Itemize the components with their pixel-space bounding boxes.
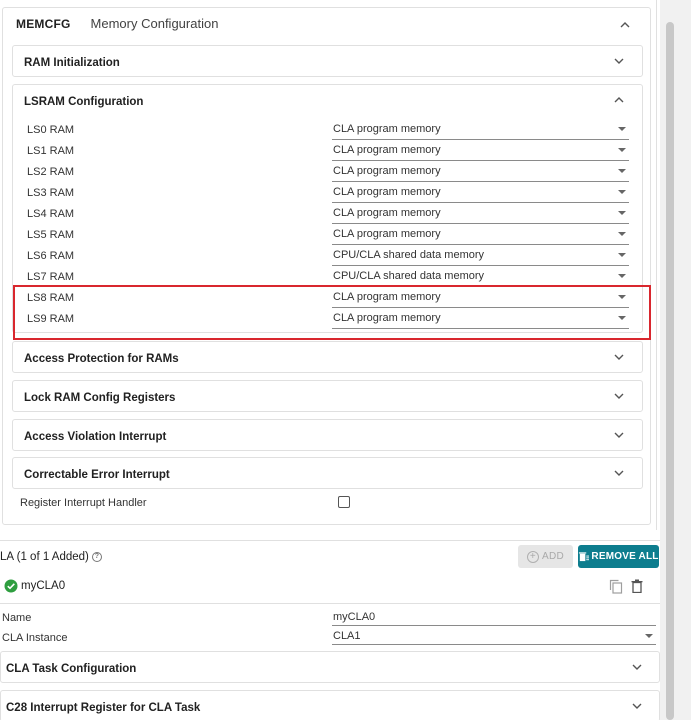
- section-access-violation[interactable]: Access Violation Interrupt: [12, 419, 643, 451]
- lsram-row-ls5: LS5 RAM CLA program memory: [26, 225, 629, 246]
- dropdown-arrow-icon: [618, 190, 626, 194]
- name-input[interactable]: myCLA0: [332, 609, 656, 626]
- lsram-row-ls2: LS2 RAM CLA program memory: [26, 162, 629, 183]
- lsram-select[interactable]: CLA program memory: [332, 162, 629, 182]
- lsram-value: CLA program memory: [333, 165, 441, 177]
- lsram-value: CPU/CLA shared data memory: [333, 270, 485, 282]
- dropdown-arrow-icon: [618, 148, 626, 152]
- chevron-down-icon[interactable]: [613, 351, 625, 363]
- chevron-down-icon[interactable]: [613, 429, 625, 441]
- chevron-down-icon[interactable]: [613, 390, 625, 402]
- name-field-label: Name: [2, 612, 32, 624]
- chevron-down-icon[interactable]: [613, 467, 625, 479]
- section-access-protection[interactable]: Access Protection for RAMs: [12, 341, 643, 373]
- section-title: Access Protection for RAMs: [24, 353, 179, 365]
- chevron-down-icon[interactable]: [631, 700, 643, 712]
- lsram-label: LS5 RAM: [27, 229, 75, 241]
- section-title: LSRAM Configuration: [24, 96, 144, 108]
- lsram-select[interactable]: CLA program memory: [332, 225, 629, 245]
- dropdown-arrow-icon: [618, 127, 626, 131]
- delete-icon[interactable]: [631, 579, 643, 593]
- copy-icon[interactable]: [609, 579, 623, 594]
- section-title: C28 Interrupt Register for CLA Task: [6, 702, 201, 714]
- add-button[interactable]: + ADD: [518, 545, 573, 568]
- cla-instance-value: CLA1: [333, 630, 361, 642]
- instance-name: myCLA0: [21, 580, 66, 592]
- section-title: Lock RAM Config Registers: [24, 392, 176, 404]
- chevron-up-icon[interactable]: [619, 19, 631, 31]
- remove-all-button[interactable]: REMOVE ALL: [578, 545, 659, 568]
- section-correctable-error[interactable]: Correctable Error Interrupt: [12, 457, 643, 489]
- lsram-select[interactable]: CLA program memory: [332, 183, 629, 203]
- dropdown-arrow-icon: [618, 169, 626, 173]
- lsram-label: LS7 RAM: [27, 271, 75, 283]
- dropdown-arrow-icon: [618, 274, 626, 278]
- lsram-value: CLA program memory: [333, 228, 441, 240]
- lsram-value: CPU/CLA shared data memory: [333, 249, 485, 261]
- plus-circle-icon: +: [526, 550, 539, 563]
- name-input-value: myCLA0: [333, 611, 376, 623]
- scrollbar-track[interactable]: [660, 0, 691, 720]
- module-title: Memory Configuration: [90, 16, 219, 31]
- divider: [0, 540, 660, 541]
- cla-instance-label: CLA Instance: [2, 632, 68, 644]
- lsram-row-ls1: LS1 RAM CLA program memory: [26, 141, 629, 162]
- lsram-row-ls4: LS4 RAM CLA program memory: [26, 204, 629, 225]
- lsram-value: CLA program memory: [333, 144, 441, 156]
- lsram-label: LS3 RAM: [27, 187, 75, 199]
- section-title: Correctable Error Interrupt: [24, 469, 170, 481]
- lsram-label: LS1 RAM: [27, 145, 75, 157]
- lsram-select[interactable]: CLA program memory: [332, 204, 629, 224]
- lsram-select[interactable]: CLA program memory: [332, 141, 629, 161]
- add-button-label: ADD: [541, 551, 564, 562]
- lsram-label: LS4 RAM: [27, 208, 75, 220]
- lsram-select[interactable]: CPU/CLA shared data memory: [332, 246, 629, 266]
- dropdown-arrow-icon: [618, 211, 626, 215]
- section-cla-task-configuration[interactable]: CLA Task Configuration: [0, 651, 660, 683]
- register-interrupt-checkbox[interactable]: [338, 496, 350, 508]
- cla-instance-row[interactable]: myCLA0: [4, 579, 65, 593]
- section-ram-initialization[interactable]: RAM Initialization: [12, 45, 643, 77]
- lsram-row-ls0: LS0 RAM CLA program memory: [26, 120, 629, 141]
- section-title: Access Violation Interrupt: [24, 431, 167, 443]
- chevron-down-icon[interactable]: [613, 55, 625, 67]
- lsram-label: LS0 RAM: [27, 124, 75, 136]
- memcfg-header: MEMCFG Memory Configuration: [16, 16, 218, 31]
- lsram-value: CLA program memory: [333, 186, 441, 198]
- section-c28-interrupt-register[interactable]: C28 Interrupt Register for CLA Task: [0, 690, 660, 720]
- lsram-row-ls3: LS3 RAM CLA program memory: [26, 183, 629, 204]
- lsram-label: LS2 RAM: [27, 166, 75, 178]
- chevron-up-icon[interactable]: [613, 94, 625, 106]
- help-icon[interactable]: ?: [91, 552, 102, 562]
- lsram-value: CLA program memory: [333, 207, 441, 219]
- trash-icon: [579, 552, 590, 562]
- highlight-annotation: [13, 285, 651, 340]
- register-interrupt-label: Register Interrupt Handler: [20, 497, 147, 509]
- divider: [0, 603, 660, 604]
- lsram-label: LS6 RAM: [27, 250, 75, 262]
- lsram-row-ls6: LS6 RAM CPU/CLA shared data memory: [26, 246, 629, 267]
- cla-header: LA (1 of 1 Added) ?: [0, 551, 102, 563]
- section-lock-ram-config[interactable]: Lock RAM Config Registers: [12, 380, 643, 412]
- check-circle-icon: [4, 579, 18, 593]
- dropdown-arrow-icon: [618, 253, 626, 257]
- chevron-down-icon[interactable]: [631, 661, 643, 673]
- lsram-select[interactable]: CLA program memory: [332, 120, 629, 140]
- scrollbar-thumb[interactable]: [666, 22, 674, 720]
- cla-instance-select[interactable]: CLA1: [332, 628, 656, 645]
- panel-border: [656, 0, 657, 530]
- section-title: CLA Task Configuration: [6, 663, 137, 675]
- module-code: MEMCFG: [16, 16, 71, 31]
- lsram-select[interactable]: CPU/CLA shared data memory: [332, 267, 629, 287]
- dropdown-arrow-icon: [618, 232, 626, 236]
- dropdown-arrow-icon: [645, 634, 653, 638]
- lsram-value: CLA program memory: [333, 123, 441, 135]
- section-title: RAM Initialization: [24, 57, 120, 69]
- cla-header-text: LA (1 of 1 Added): [0, 551, 89, 563]
- remove-all-label: REMOVE ALL: [591, 551, 659, 562]
